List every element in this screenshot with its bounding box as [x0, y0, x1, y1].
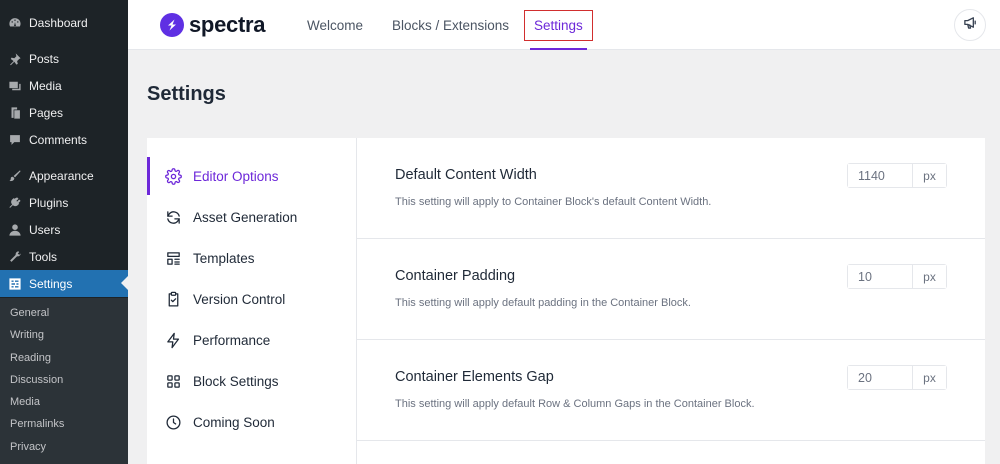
setting-title: Container Padding [395, 268, 516, 284]
wp-menu-label: Pages [29, 105, 64, 120]
settings-nav-label: Coming Soon [193, 414, 275, 430]
user-icon [8, 223, 22, 237]
wp-menu-tools[interactable]: Tools [0, 243, 128, 270]
refresh-icon [164, 208, 182, 226]
megaphone-icon [963, 15, 978, 35]
settings-nav-templates[interactable]: Templates [147, 239, 356, 277]
tab-label: Blocks / Extensions [392, 17, 510, 33]
dashboard-icon [8, 16, 22, 30]
clock-icon [164, 413, 182, 431]
setting-description: This setting will apply to Container Blo… [395, 196, 712, 208]
wp-menu-posts[interactable]: Posts [0, 45, 128, 72]
wp-submenu-general[interactable]: General [10, 307, 49, 319]
tab-label: Settings [524, 9, 593, 41]
settings-nav-label: Performance [193, 332, 271, 348]
settings-nav-asset-generation[interactable]: Asset Generation [147, 198, 356, 236]
elements-gap-input[interactable] [848, 366, 913, 389]
container-padding-input[interactable] [848, 265, 913, 288]
settings-nav-label: Version Control [193, 291, 286, 307]
wp-menu-label: Dashboard [29, 15, 88, 30]
spectra-logo-mark-icon [160, 13, 184, 37]
wp-settings-submenu: General Writing Reading Discussion Media… [0, 298, 128, 464]
setting-container-elements-gap: Container Elements Gap This setting will… [357, 340, 985, 441]
tab-settings[interactable]: Settings [524, 0, 593, 50]
settings-nav-label: Templates [193, 250, 255, 266]
tab-label: Welcome [307, 17, 364, 33]
unit-label: px [913, 265, 946, 288]
settings-nav-editor-options[interactable]: Editor Options [147, 157, 356, 195]
settings-icon [8, 277, 22, 291]
spectra-header: spectra Welcome Blocks / Extensions Sett… [128, 0, 1000, 50]
unit-label: px [913, 164, 946, 187]
wp-submenu-media[interactable]: Media [10, 396, 40, 408]
settings-panel: Editor Options Asset Generation Template… [147, 138, 985, 464]
wp-menu-comments[interactable]: Comments [0, 126, 128, 153]
template-icon [164, 249, 182, 267]
settings-nav-label: Editor Options [193, 168, 279, 184]
plug-icon [8, 196, 22, 210]
setting-title: Default Content Width [395, 167, 537, 183]
clipboard-check-icon [164, 290, 182, 308]
logo-text: spectra [189, 12, 266, 37]
wp-menu-users[interactable]: Users [0, 216, 128, 243]
settings-nav-label: Asset Generation [193, 209, 298, 225]
wp-menu-dashboard[interactable]: Dashboard [0, 9, 128, 36]
wp-menu-label: Appearance [29, 168, 94, 183]
announcements-button[interactable] [954, 9, 986, 41]
spectra-logo[interactable]: spectra [160, 12, 265, 38]
page-title: Settings [147, 83, 226, 105]
wp-menu-pages[interactable]: Pages [0, 99, 128, 126]
tab-blocks-extensions[interactable]: Blocks / Extensions [392, 0, 509, 50]
wp-menu-label: Users [29, 222, 61, 237]
content-width-input[interactable] [848, 164, 913, 187]
wp-menu-plugins[interactable]: Plugins [0, 189, 128, 216]
unit-label: px [913, 366, 946, 389]
pages-icon [8, 106, 22, 120]
brush-icon [8, 169, 22, 183]
wp-submenu-privacy[interactable]: Privacy [10, 441, 46, 453]
wp-submenu-discussion[interactable]: Discussion [10, 374, 63, 386]
wp-menu-label: Media [29, 78, 62, 93]
wp-menu-media[interactable]: Media [0, 72, 128, 99]
wp-submenu-writing[interactable]: Writing [10, 329, 44, 341]
settings-nav-block-settings[interactable]: Block Settings [147, 362, 356, 400]
container-padding-control: px [847, 264, 947, 289]
settings-nav: Editor Options Asset Generation Template… [147, 138, 357, 464]
media-icon [8, 79, 22, 93]
setting-description: This setting will apply default Row & Co… [395, 398, 755, 410]
setting-container-padding: Container Padding This setting will appl… [357, 239, 985, 340]
wp-menu-settings[interactable]: Settings [0, 270, 128, 297]
settings-nav-version-control[interactable]: Version Control [147, 280, 356, 318]
wp-menu-appearance[interactable]: Appearance [0, 162, 128, 189]
wp-menu-label: Tools [29, 249, 58, 264]
bolt-icon [164, 331, 182, 349]
wrench-icon [8, 250, 22, 264]
wp-submenu-reading[interactable]: Reading [10, 352, 51, 364]
blocks-icon [164, 372, 182, 390]
pin-icon [8, 52, 22, 66]
content-width-control: px [847, 163, 947, 188]
setting-title: Container Elements Gap [395, 369, 554, 385]
wp-admin-sidebar: Dashboard Posts Media Pages Comments App… [0, 0, 128, 464]
setting-default-content-width: Default Content Width This setting will … [357, 138, 985, 239]
settings-nav-label: Block Settings [193, 373, 279, 389]
settings-nav-performance[interactable]: Performance [147, 321, 356, 359]
tab-welcome[interactable]: Welcome [307, 0, 363, 50]
setting-description: This setting will apply default padding … [395, 297, 691, 309]
wp-submenu-permalinks[interactable]: Permalinks [10, 418, 64, 430]
wp-menu-label: Comments [29, 132, 88, 147]
wp-menu-label: Plugins [29, 195, 69, 210]
comment-icon [8, 133, 22, 147]
wp-menu-label: Posts [29, 51, 60, 66]
gear-icon [164, 167, 182, 185]
settings-nav-coming-soon[interactable]: Coming Soon [147, 403, 356, 441]
elements-gap-control: px [847, 365, 947, 390]
wp-menu-label: Settings [29, 276, 73, 291]
